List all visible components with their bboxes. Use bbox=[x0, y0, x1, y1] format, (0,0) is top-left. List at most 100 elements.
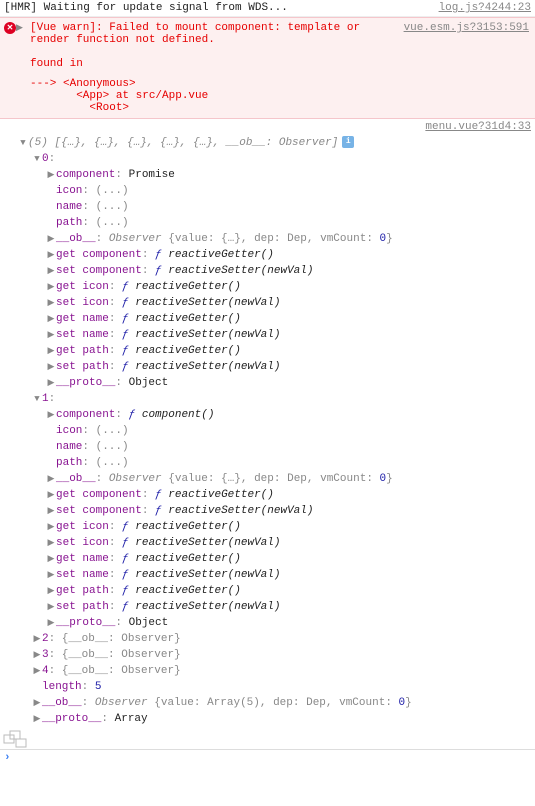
expand-toggle[interactable] bbox=[46, 535, 56, 551]
set-name: name bbox=[82, 329, 108, 341]
ellipsis[interactable]: (...) bbox=[96, 217, 129, 229]
fn-glyph: ƒ bbox=[155, 265, 162, 277]
error-source-link[interactable]: vue.esm.js?3153:591 bbox=[404, 22, 529, 34]
error-header: [Vue warn]: Failed to mount component: t… bbox=[30, 22, 360, 46]
fn-glyph: ƒ bbox=[155, 249, 162, 261]
expand-toggle[interactable] bbox=[46, 231, 56, 247]
get-kw: get bbox=[56, 553, 76, 565]
set-kw: set bbox=[56, 361, 76, 373]
item-3-toggle[interactable] bbox=[32, 647, 42, 663]
ob-dep-val: Dep bbox=[287, 233, 307, 245]
proto: __proto__ bbox=[56, 377, 115, 389]
ellipsis[interactable]: (...) bbox=[96, 201, 129, 213]
ob-dep: dep bbox=[254, 473, 274, 485]
fn-glyph: ƒ bbox=[122, 601, 129, 613]
prop-component: component bbox=[56, 169, 115, 181]
fn-glyph: ƒ bbox=[122, 281, 129, 293]
expand-toggle[interactable] bbox=[46, 503, 56, 519]
set-icon: icon bbox=[82, 537, 108, 549]
expand-toggle[interactable] bbox=[46, 583, 56, 599]
expand-toggle[interactable] bbox=[46, 407, 56, 423]
item-1-toggle[interactable] bbox=[32, 391, 42, 407]
expand-toggle[interactable] bbox=[46, 599, 56, 615]
console-prompt[interactable]: › bbox=[0, 749, 535, 766]
reactive-getter: reactiveGetter() bbox=[168, 249, 274, 261]
expand-toggle[interactable] bbox=[46, 471, 56, 487]
get-kw: get bbox=[56, 249, 76, 261]
expand-toggle[interactable] bbox=[46, 279, 56, 295]
proto-array: Array bbox=[115, 713, 148, 725]
component-fn: component() bbox=[142, 409, 215, 421]
expand-toggle[interactable] bbox=[46, 375, 56, 391]
proto-object: Object bbox=[129, 617, 169, 629]
fn-glyph: ƒ bbox=[122, 521, 129, 533]
index-1: 1 bbox=[42, 393, 49, 405]
item-4-toggle[interactable] bbox=[32, 663, 42, 679]
ellipsis[interactable]: (...) bbox=[96, 457, 129, 469]
prop-icon: icon bbox=[56, 185, 82, 197]
ellipsis[interactable]: (...) bbox=[96, 185, 129, 197]
expand-toggle[interactable] bbox=[46, 567, 56, 583]
object-source-link[interactable]: menu.vue?31d4:33 bbox=[4, 121, 531, 133]
get-name: name bbox=[82, 553, 108, 565]
array-ob-toggle[interactable] bbox=[32, 695, 42, 711]
get-kw: get bbox=[56, 345, 76, 357]
ob-observer: __ob__: Observer bbox=[68, 633, 174, 645]
get-kw: get bbox=[56, 313, 76, 325]
get-path: path bbox=[82, 345, 108, 357]
set-kw: set bbox=[56, 329, 76, 341]
set-kw: set bbox=[56, 537, 76, 549]
expand-toggle[interactable] bbox=[46, 295, 56, 311]
error-expand-toggle[interactable] bbox=[16, 22, 23, 34]
expand-toggle[interactable] bbox=[46, 359, 56, 375]
prop-name: name bbox=[56, 441, 82, 453]
log-message: [HMR] Waiting for update signal from WDS… bbox=[4, 2, 288, 14]
log-source-link[interactable]: log.js?4244:23 bbox=[439, 2, 531, 14]
prop-ob: __ob__ bbox=[42, 697, 82, 709]
expand-toggle[interactable] bbox=[46, 487, 56, 503]
reactive-getter: reactiveGetter() bbox=[135, 585, 241, 597]
set-kw: set bbox=[56, 297, 76, 309]
expand-toggle[interactable] bbox=[46, 551, 56, 567]
info-icon[interactable]: i bbox=[342, 136, 354, 148]
item-2-toggle[interactable] bbox=[32, 631, 42, 647]
fn-glyph: ƒ bbox=[122, 585, 129, 597]
ob-value: value bbox=[175, 473, 208, 485]
expand-toggle[interactable] bbox=[46, 311, 56, 327]
ob-value: value bbox=[175, 233, 208, 245]
prop-icon: icon bbox=[56, 425, 82, 437]
expand-toggle[interactable] bbox=[46, 327, 56, 343]
index-3: 3 bbox=[42, 649, 49, 661]
expand-toggle[interactable] bbox=[46, 247, 56, 263]
item-0-toggle[interactable] bbox=[32, 151, 42, 167]
ellipsis[interactable]: (...) bbox=[96, 441, 129, 453]
set-kw: set bbox=[56, 265, 76, 277]
reactive-setter: reactiveSetter(newVal) bbox=[135, 329, 280, 341]
error-icon: ✕ bbox=[4, 22, 16, 34]
get-icon: icon bbox=[82, 281, 108, 293]
fn-glyph: ƒ bbox=[122, 553, 129, 565]
expand-toggle[interactable] bbox=[46, 519, 56, 535]
ob-value: value bbox=[161, 697, 194, 709]
array-proto-toggle[interactable] bbox=[32, 711, 42, 727]
expand-toggle[interactable] bbox=[46, 167, 56, 183]
prop-path: path bbox=[56, 217, 82, 229]
reactive-getter: reactiveGetter() bbox=[135, 521, 241, 533]
get-component: component bbox=[82, 489, 141, 501]
ellipsis[interactable]: (...) bbox=[96, 425, 129, 437]
reactive-setter: reactiveSetter(newVal) bbox=[135, 537, 280, 549]
expand-toggle[interactable] bbox=[46, 263, 56, 279]
reactive-setter: reactiveSetter(newVal) bbox=[135, 601, 280, 613]
array-toggle[interactable] bbox=[18, 135, 28, 151]
set-name: name bbox=[82, 569, 108, 581]
fn-glyph: ƒ bbox=[129, 409, 136, 421]
index-0: 0 bbox=[42, 153, 49, 165]
expand-toggle[interactable] bbox=[46, 343, 56, 359]
prop-length: length bbox=[42, 681, 82, 693]
length-value: 5 bbox=[95, 681, 102, 693]
observer-type: Observer bbox=[95, 697, 148, 709]
reactive-getter: reactiveGetter() bbox=[135, 313, 241, 325]
array5: Array(5) bbox=[207, 697, 260, 709]
expand-toggle[interactable] bbox=[46, 615, 56, 631]
fn-glyph: ƒ bbox=[122, 329, 129, 341]
